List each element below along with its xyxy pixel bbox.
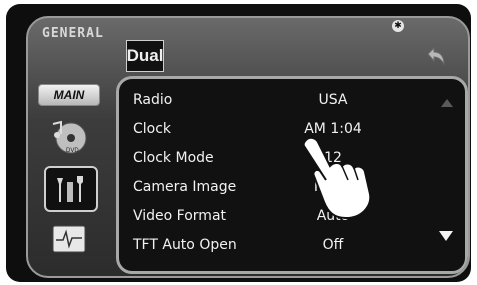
setting-value: Off bbox=[322, 237, 344, 253]
setting-row-clock-mode[interactable]: Clock Mode 12 bbox=[133, 145, 433, 174]
settings-panel: Radio USA Clock AM 1:04 Clock Mode 12 Ca… bbox=[116, 76, 468, 274]
setting-label: Clock bbox=[133, 121, 172, 137]
sidebar-item-media[interactable]: DVD bbox=[44, 116, 94, 158]
setting-label: Camera Image bbox=[133, 179, 237, 195]
screen: GENERAL ✱ Dual MAIN DVD Radio USA Clock … bbox=[26, 16, 470, 278]
dual-logo: Dual bbox=[126, 40, 164, 72]
setting-row-video-format[interactable]: Video Format Auto bbox=[133, 203, 433, 232]
sidebar-item-display[interactable] bbox=[44, 218, 94, 260]
setting-row-tft-auto-open[interactable]: TFT Auto Open Off bbox=[133, 232, 433, 261]
setting-row-camera-image[interactable]: Camera Image Norm bbox=[133, 174, 433, 203]
pointing-hand-icon bbox=[302, 136, 372, 220]
setting-row-radio[interactable]: Radio USA bbox=[133, 87, 433, 116]
setting-label: Clock Mode bbox=[133, 150, 214, 166]
setting-label: TFT Auto Open bbox=[133, 237, 237, 253]
back-arrow-icon[interactable] bbox=[422, 44, 448, 70]
arrow-up-icon[interactable] bbox=[441, 99, 453, 107]
music-dvd-icon: DVD bbox=[52, 120, 87, 154]
setting-label: Video Format bbox=[133, 208, 227, 224]
settings-list: Radio USA Clock AM 1:04 Clock Mode 12 Ca… bbox=[133, 87, 433, 261]
sidebar: MAIN DVD bbox=[34, 76, 102, 272]
arrow-down-icon[interactable] bbox=[439, 231, 453, 241]
sidebar-item-settings[interactable] bbox=[44, 166, 98, 212]
device-frame: GENERAL ✱ Dual MAIN DVD Radio USA Clock … bbox=[6, 4, 471, 282]
setting-value: USA bbox=[318, 92, 348, 108]
bluetooth-icon: ✱ bbox=[392, 20, 404, 32]
section-label: GENERAL bbox=[42, 26, 104, 41]
svg-text:DVD: DVD bbox=[66, 148, 79, 154]
setting-label: Radio bbox=[133, 92, 173, 108]
main-button[interactable]: MAIN bbox=[38, 84, 100, 106]
tools-settings-icon bbox=[57, 176, 83, 202]
screen-waveform-icon bbox=[52, 225, 86, 253]
setting-row-clock[interactable]: Clock AM 1:04 bbox=[133, 116, 433, 145]
